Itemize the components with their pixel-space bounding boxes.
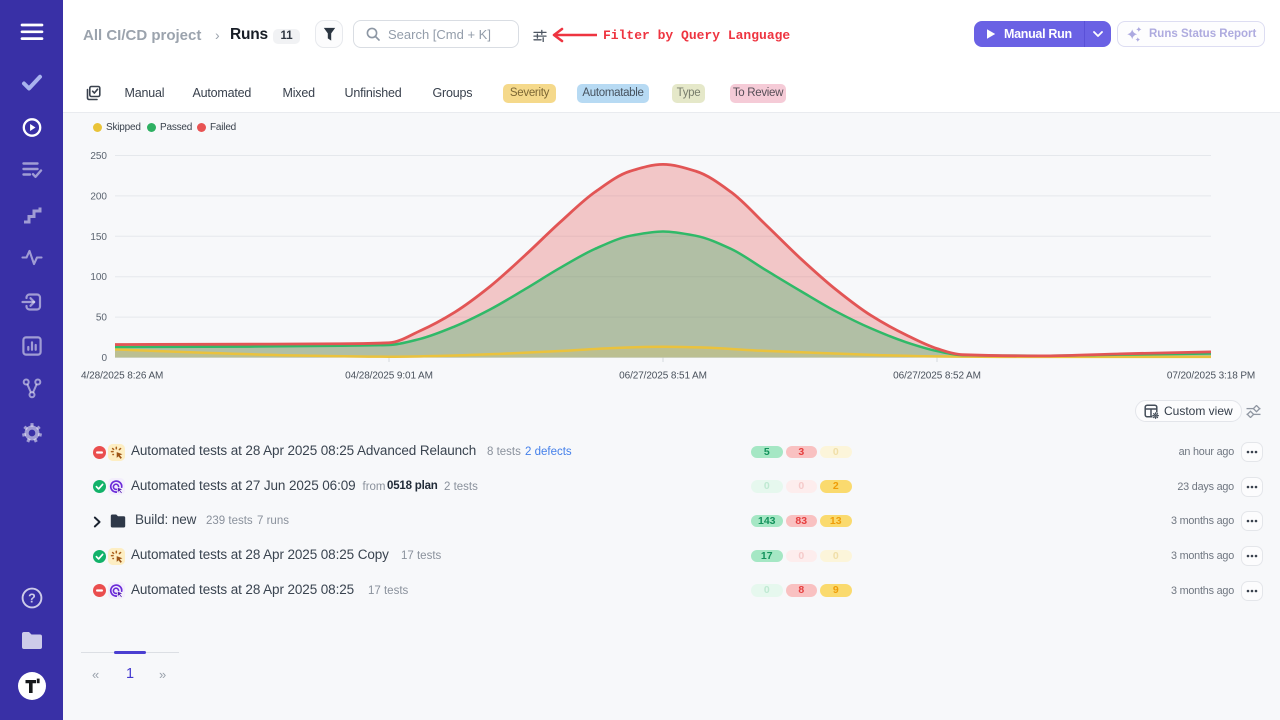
svg-text:04/28/2025 9:01 AM: 04/28/2025 9:01 AM — [345, 371, 433, 382]
svg-text:06/27/2025 8:52 AM: 06/27/2025 8:52 AM — [893, 371, 981, 382]
svg-text:4/28/2025 8:26 AM: 4/28/2025 8:26 AM — [81, 371, 163, 382]
svg-text:200: 200 — [90, 191, 107, 202]
svg-text:150: 150 — [90, 232, 107, 243]
svg-text:06/27/2025 8:51 AM: 06/27/2025 8:51 AM — [619, 371, 707, 382]
svg-text:07/20/2025 3:18 PM: 07/20/2025 3:18 PM — [1167, 371, 1255, 382]
svg-text:100: 100 — [90, 272, 107, 283]
svg-text:0: 0 — [101, 353, 107, 364]
svg-text:50: 50 — [96, 313, 108, 324]
svg-text:250: 250 — [90, 151, 107, 162]
